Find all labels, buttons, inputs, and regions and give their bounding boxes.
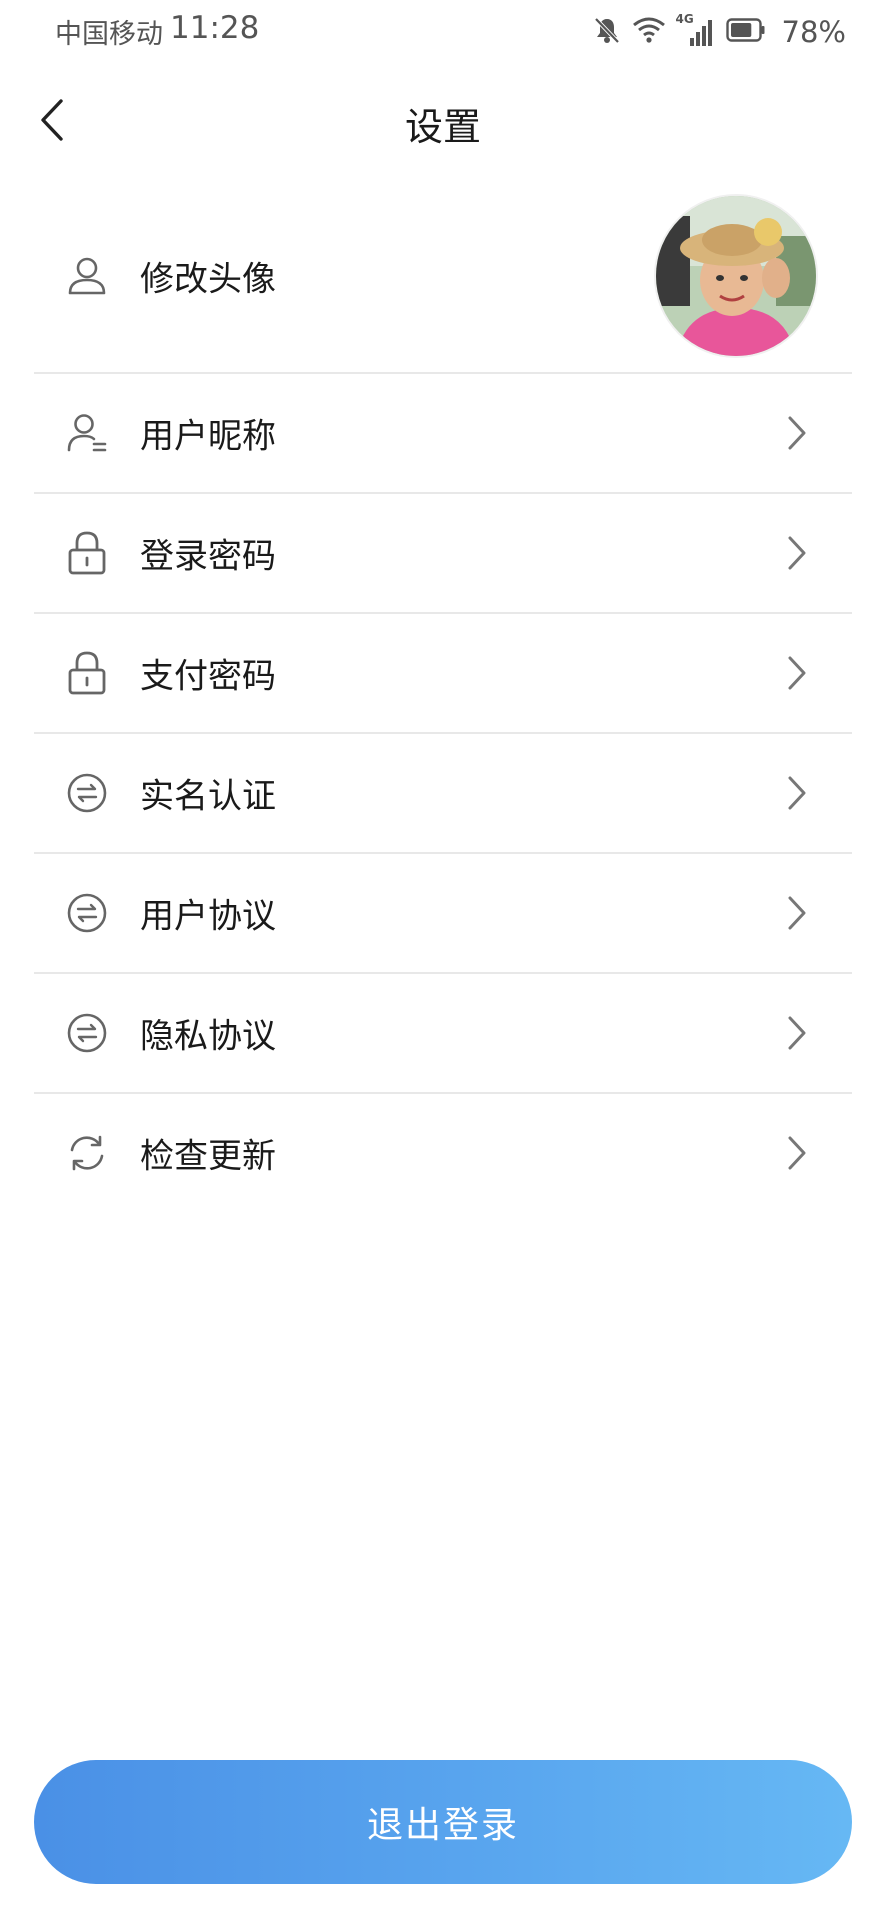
user-agreement-label: 用户协议 — [140, 896, 276, 937]
real-name-verification-label: 实名认证 — [140, 776, 276, 817]
chevron-right-icon — [782, 771, 812, 815]
lock-icon — [64, 530, 110, 576]
payment-password-row[interactable]: 支付密码 — [34, 614, 852, 734]
status-icons: 4G 78% — [592, 12, 846, 50]
privacy-agreement-label: 隐私协议 — [140, 1016, 276, 1057]
login-password-row[interactable]: 登录密码 — [34, 494, 852, 614]
nav-bar: 设置 — [0, 64, 886, 180]
avatar[interactable] — [654, 194, 818, 358]
change-avatar-row[interactable]: 修改头像 — [34, 180, 852, 374]
login-password-label: 登录密码 — [140, 536, 276, 577]
exchange-circle-icon — [64, 890, 110, 936]
status-bar: 中国移动 11:28 4G 78% — [0, 0, 886, 64]
chevron-right-icon — [782, 891, 812, 935]
chevron-right-icon — [782, 651, 812, 695]
real-name-verification-row[interactable]: 实名认证 — [34, 734, 852, 854]
user-agreement-row[interactable]: 用户协议 — [34, 854, 852, 974]
signal-icon: 4G — [676, 12, 716, 48]
battery-icon — [725, 18, 766, 46]
check-update-label: 检查更新 — [140, 1136, 276, 1177]
privacy-agreement-row[interactable]: 隐私协议 — [34, 974, 852, 1094]
chevron-right-icon — [782, 531, 812, 575]
status-time: 11:28 — [170, 10, 260, 46]
page-title: 设置 — [404, 105, 481, 149]
carrier-name: 中国移动 — [55, 19, 163, 50]
exchange-circle-icon — [64, 1010, 110, 1056]
change-avatar-label: 修改头像 — [140, 259, 276, 300]
nickname-row[interactable]: 用户昵称 — [34, 374, 852, 494]
payment-password-label: 支付密码 — [140, 656, 276, 697]
user-edit-icon — [64, 410, 110, 456]
battery-percent: 78% — [781, 15, 846, 49]
logout-button[interactable]: 退出登录 — [34, 1760, 852, 1884]
user-icon — [64, 253, 110, 299]
check-update-row[interactable]: 检查更新 — [34, 1094, 852, 1212]
exchange-circle-icon — [64, 770, 110, 816]
settings-screen: 中国移动 11:28 4G 78% 设置 修改头像 用户昵称 登录密码 支付密码… — [0, 0, 886, 1920]
lock-icon — [64, 650, 110, 696]
chevron-right-icon — [782, 1011, 812, 1055]
wifi-icon — [632, 15, 666, 49]
chevron-right-icon — [782, 1131, 812, 1175]
bell-muted-icon — [592, 15, 622, 49]
chevron-right-icon — [782, 411, 812, 455]
refresh-icon — [64, 1130, 110, 1176]
nickname-label: 用户昵称 — [140, 416, 276, 457]
settings-list: 修改头像 用户昵称 登录密码 支付密码 实名认证 用户协议 隐私协议 检查更新 — [34, 180, 852, 1212]
